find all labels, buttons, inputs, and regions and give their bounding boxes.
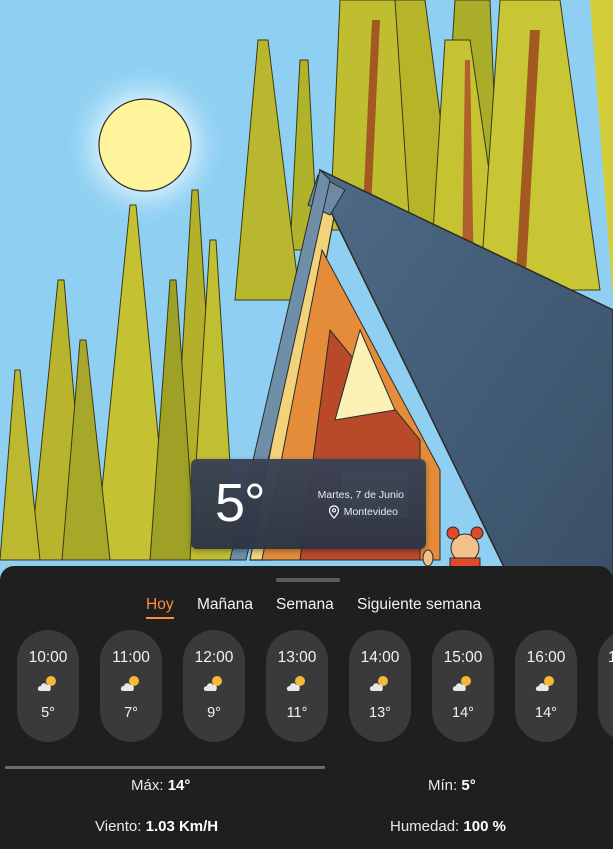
- tab-manana[interactable]: Mañana: [197, 596, 253, 614]
- max-label: Máx:: [131, 777, 164, 794]
- hour-temp: 13°: [369, 705, 391, 721]
- hour-time: 14:00: [360, 649, 400, 666]
- min-temp-stat: Mín: 5°: [428, 777, 476, 794]
- partly-cloudy-icon: [369, 676, 388, 691]
- tab-siguiente-semana[interactable]: Siguiente semana: [357, 596, 481, 614]
- hour-temp: 7°: [124, 705, 138, 721]
- partly-cloudy-icon: [120, 676, 139, 691]
- forecast-panel: Hoy Mañana Semana Siguiente semana 10:00…: [0, 566, 613, 849]
- location-pin-icon: [328, 505, 339, 519]
- humidity-value: 100 %: [463, 818, 506, 835]
- humidity-stat: Humedad: 100 %: [390, 818, 506, 835]
- forecast-tabs: Hoy Mañana Semana Siguiente semana: [0, 596, 613, 620]
- max-temp-stat: Máx: 14°: [131, 777, 190, 794]
- partly-cloudy-icon: [203, 676, 222, 691]
- min-value: 5°: [461, 777, 476, 794]
- hour-time: 15:00: [443, 649, 483, 666]
- hour-card[interactable]: 13:00 11°: [266, 630, 328, 742]
- hour-card[interactable]: 12:00 9°: [183, 630, 245, 742]
- partly-cloudy-icon: [535, 676, 554, 691]
- wind-value: 1.03 Km/H: [145, 818, 219, 835]
- hour-card[interactable]: 16:00 14°: [515, 630, 577, 742]
- partly-cloudy-icon: [286, 676, 305, 691]
- current-weather-card: 5° Martes, 7 de Junio Montevideo: [191, 459, 426, 549]
- current-location: Montevideo: [328, 505, 398, 519]
- hour-card[interactable]: 15:00 14°: [432, 630, 494, 742]
- hour-time: 12:00: [194, 649, 234, 666]
- min-label: Mín:: [428, 777, 458, 794]
- hourly-forecast-list[interactable]: 10:00 5° 11:00 7° 12:00 9° 13:00 11° 14:…: [0, 630, 613, 742]
- hour-card[interactable]: 14:00 13°: [349, 630, 411, 742]
- drag-handle[interactable]: [276, 578, 340, 582]
- hour-time: 13:00: [277, 649, 317, 666]
- hour-card[interactable]: 10:00 5°: [17, 630, 79, 742]
- hour-temp: 5°: [41, 705, 55, 721]
- partly-cloudy-icon: [37, 676, 56, 691]
- hour-temp: 11°: [286, 705, 308, 721]
- wind-stat: Viento: 1.03 Km/H: [95, 818, 218, 835]
- hour-card[interactable]: 1: [598, 630, 613, 742]
- hour-temp: 14°: [535, 705, 557, 721]
- tab-semana[interactable]: Semana: [276, 596, 334, 614]
- sun-icon: [98, 98, 192, 192]
- hour-time: 10:00: [28, 649, 68, 666]
- location-label: Montevideo: [343, 506, 398, 518]
- hour-time: 16:00: [526, 649, 566, 666]
- hour-temp: 9°: [207, 705, 221, 721]
- current-date: Martes, 7 de Junio: [317, 489, 404, 501]
- hour-time: 1: [608, 649, 613, 666]
- tab-hoy[interactable]: Hoy: [146, 596, 174, 619]
- hour-card[interactable]: 11:00 7°: [100, 630, 162, 742]
- current-temperature: 5°: [215, 473, 266, 533]
- partly-cloudy-icon: [452, 676, 471, 691]
- hour-time: 11:00: [112, 649, 150, 666]
- hour-temp: 14°: [452, 705, 474, 721]
- max-value: 14°: [167, 777, 191, 794]
- wind-label: Viento:: [95, 818, 142, 835]
- humidity-label: Humedad:: [390, 818, 460, 835]
- hourly-scrollbar[interactable]: [5, 766, 325, 769]
